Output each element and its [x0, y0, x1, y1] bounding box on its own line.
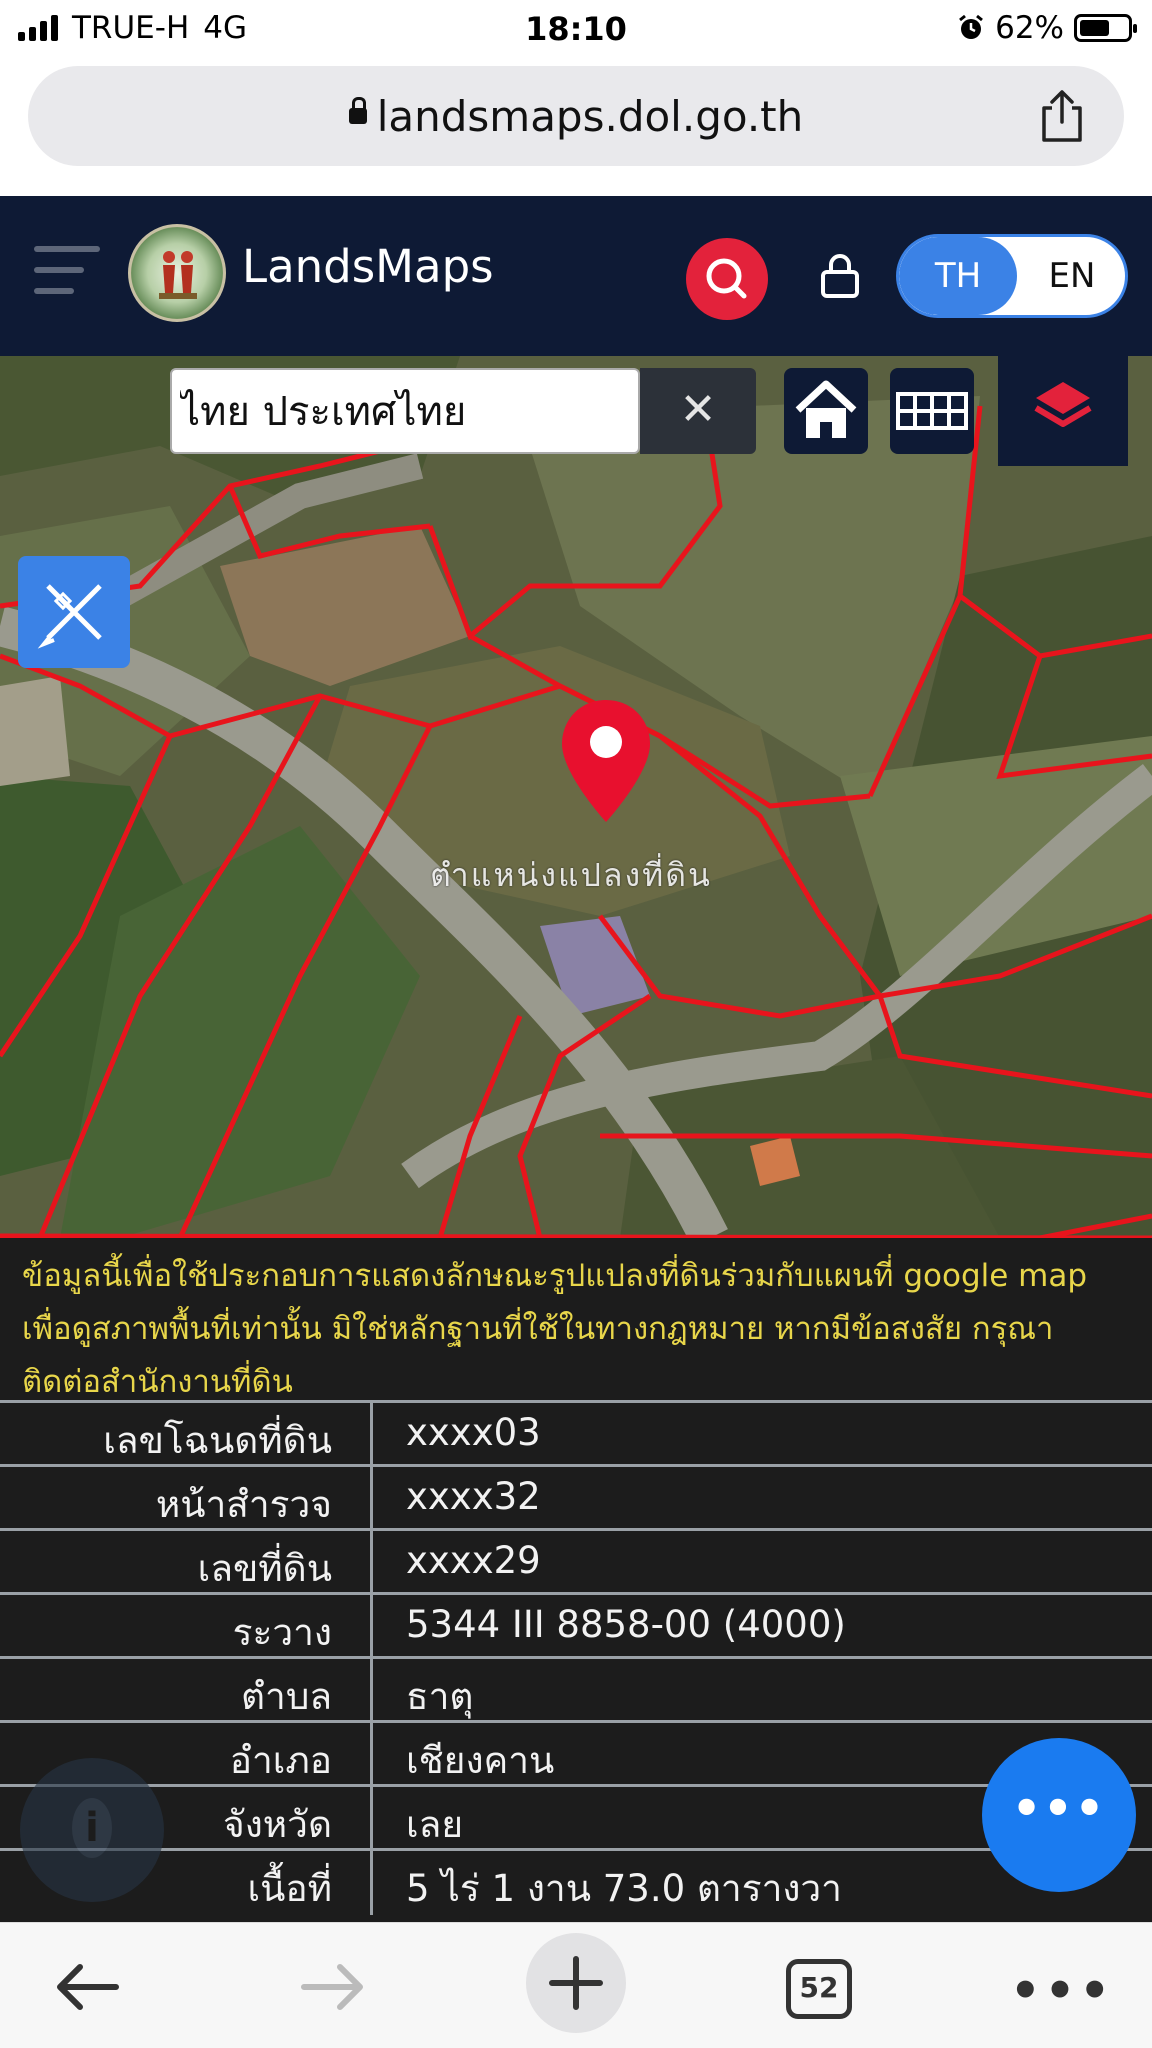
back-arrow-icon[interactable] [52, 1959, 122, 2015]
address-bar[interactable]: landsmaps.dol.go.th [28, 66, 1124, 166]
alarm-icon [959, 14, 984, 39]
hamburger-menu-icon[interactable] [34, 246, 100, 296]
info-row: หน้าสำรวจ xxxx32 [0, 1464, 1152, 1531]
info-row-divider [370, 1659, 373, 1723]
info-row: เลขโฉนดที่ดิน xxxx03 [0, 1400, 1152, 1467]
grid-icon [896, 392, 968, 430]
info-row-value: xxxx29 [406, 1539, 541, 1582]
info-row: ระวาง 5344 III 8858-00 (4000) [0, 1592, 1152, 1659]
ruler-pencil-icon [37, 584, 102, 649]
login-lock-icon[interactable] [818, 252, 862, 300]
info-button[interactable]: i [20, 1758, 164, 1902]
home-button[interactable] [784, 368, 868, 454]
app-header: LandsMaps TH EN [0, 196, 1152, 356]
info-row-value: xxxx32 [406, 1475, 541, 1518]
location-pin-icon [562, 700, 650, 822]
lang-th-button[interactable]: TH [899, 237, 1017, 315]
info-icon: i [72, 1798, 112, 1858]
forward-arrow-icon[interactable] [298, 1959, 368, 2015]
language-toggle[interactable]: TH EN [896, 234, 1128, 318]
new-tab-button[interactable] [526, 1933, 626, 2033]
layers-icon [1034, 382, 1092, 427]
info-row-divider [370, 1467, 373, 1531]
layers-button[interactable] [998, 356, 1128, 466]
map-search-input[interactable] [172, 370, 638, 452]
info-row-label: เนื้อที่ [247, 1867, 332, 1910]
info-row-value: เชียงคาน [406, 1739, 555, 1782]
satellite-map[interactable]: ✕ ตำแหน่งแปลงที่ดิน [0, 356, 1152, 1238]
info-row-divider [370, 1403, 373, 1467]
dol-seal-logo [128, 224, 226, 322]
status-right: 62% [957, 10, 1137, 46]
parcel-info-table: เลขโฉนดที่ดิน xxxx03 หน้าสำรวจ xxxx32 เลขที่… [0, 1400, 1152, 1915]
info-row: เลขที่ดิน xxxx29 [0, 1528, 1152, 1595]
battery-percent: 62% [995, 10, 1064, 46]
info-row-value: 5 ไร่ 1 งาน 73.0 ตารางวา [406, 1867, 842, 1910]
lang-en-button[interactable]: EN [1017, 237, 1125, 315]
info-row-label: ระวาง [232, 1611, 332, 1654]
info-row-divider [370, 1723, 373, 1787]
battery-icon [1074, 14, 1137, 42]
url-text: landsmaps.dol.go.th [376, 92, 804, 141]
battery-fill [1080, 20, 1109, 36]
grid-button[interactable] [890, 368, 974, 454]
status-bar: TRUE-H 4G 18:10 62% [0, 0, 1152, 60]
info-row-label: เลขที่ดิน [197, 1547, 332, 1590]
browser-toolbar: 52 ••• [0, 1922, 1152, 2048]
plus-icon [549, 1956, 603, 2010]
secure-lock-icon [348, 96, 367, 124]
share-icon[interactable] [1038, 88, 1086, 144]
parcel-info-panel: ข้อมูลนี้เพื่อใช้ประกอบการแสดงลักษณะรูปแ… [0, 1238, 1152, 1922]
tab-count-button[interactable]: 52 [786, 1959, 852, 2019]
url-display[interactable]: landsmaps.dol.go.th [28, 92, 1124, 141]
info-row-divider [370, 1531, 373, 1595]
more-actions-fab[interactable]: ••• [982, 1738, 1136, 1892]
parcel-position-label: ตำแหน่งแปลงที่ดิน [430, 856, 712, 894]
info-row-value: 5344 III 8858-00 (4000) [406, 1603, 846, 1646]
info-row-divider [370, 1851, 373, 1915]
home-icon [795, 380, 857, 438]
measure-tool-button[interactable] [18, 556, 130, 668]
info-row-label: ตำบล [241, 1675, 332, 1718]
search-button[interactable] [686, 238, 768, 320]
search-icon [706, 258, 747, 299]
info-row: อำเภอ เชียงคาน [0, 1720, 1152, 1787]
info-row-label: จังหวัด [223, 1803, 332, 1846]
brand-name: LandsMaps [242, 240, 494, 293]
info-row-divider [370, 1595, 373, 1659]
info-row-label: เลขโฉนดที่ดิน [103, 1419, 332, 1462]
more-menu-icon[interactable]: ••• [1010, 1963, 1114, 2019]
disclaimer-text: ข้อมูลนี้เพื่อใช้ประกอบการแสดงลักษณะรูปแ… [22, 1258, 1088, 1400]
info-row-value: เลย [406, 1803, 463, 1846]
clear-search-button[interactable]: ✕ [640, 368, 756, 454]
info-row: จังหวัด เลย [0, 1784, 1152, 1851]
info-row-value: ธาตุ [406, 1675, 474, 1718]
info-row: ตำบล ธาตุ [0, 1656, 1152, 1723]
info-row-divider [370, 1787, 373, 1851]
info-row-label: หน้าสำรวจ [155, 1483, 332, 1526]
info-row-label: อำเภอ [229, 1739, 332, 1782]
info-row: เนื้อที่ 5 ไร่ 1 งาน 73.0 ตารางวา [0, 1848, 1152, 1915]
map-search-box[interactable] [170, 368, 640, 454]
info-row-value: xxxx03 [406, 1411, 541, 1454]
